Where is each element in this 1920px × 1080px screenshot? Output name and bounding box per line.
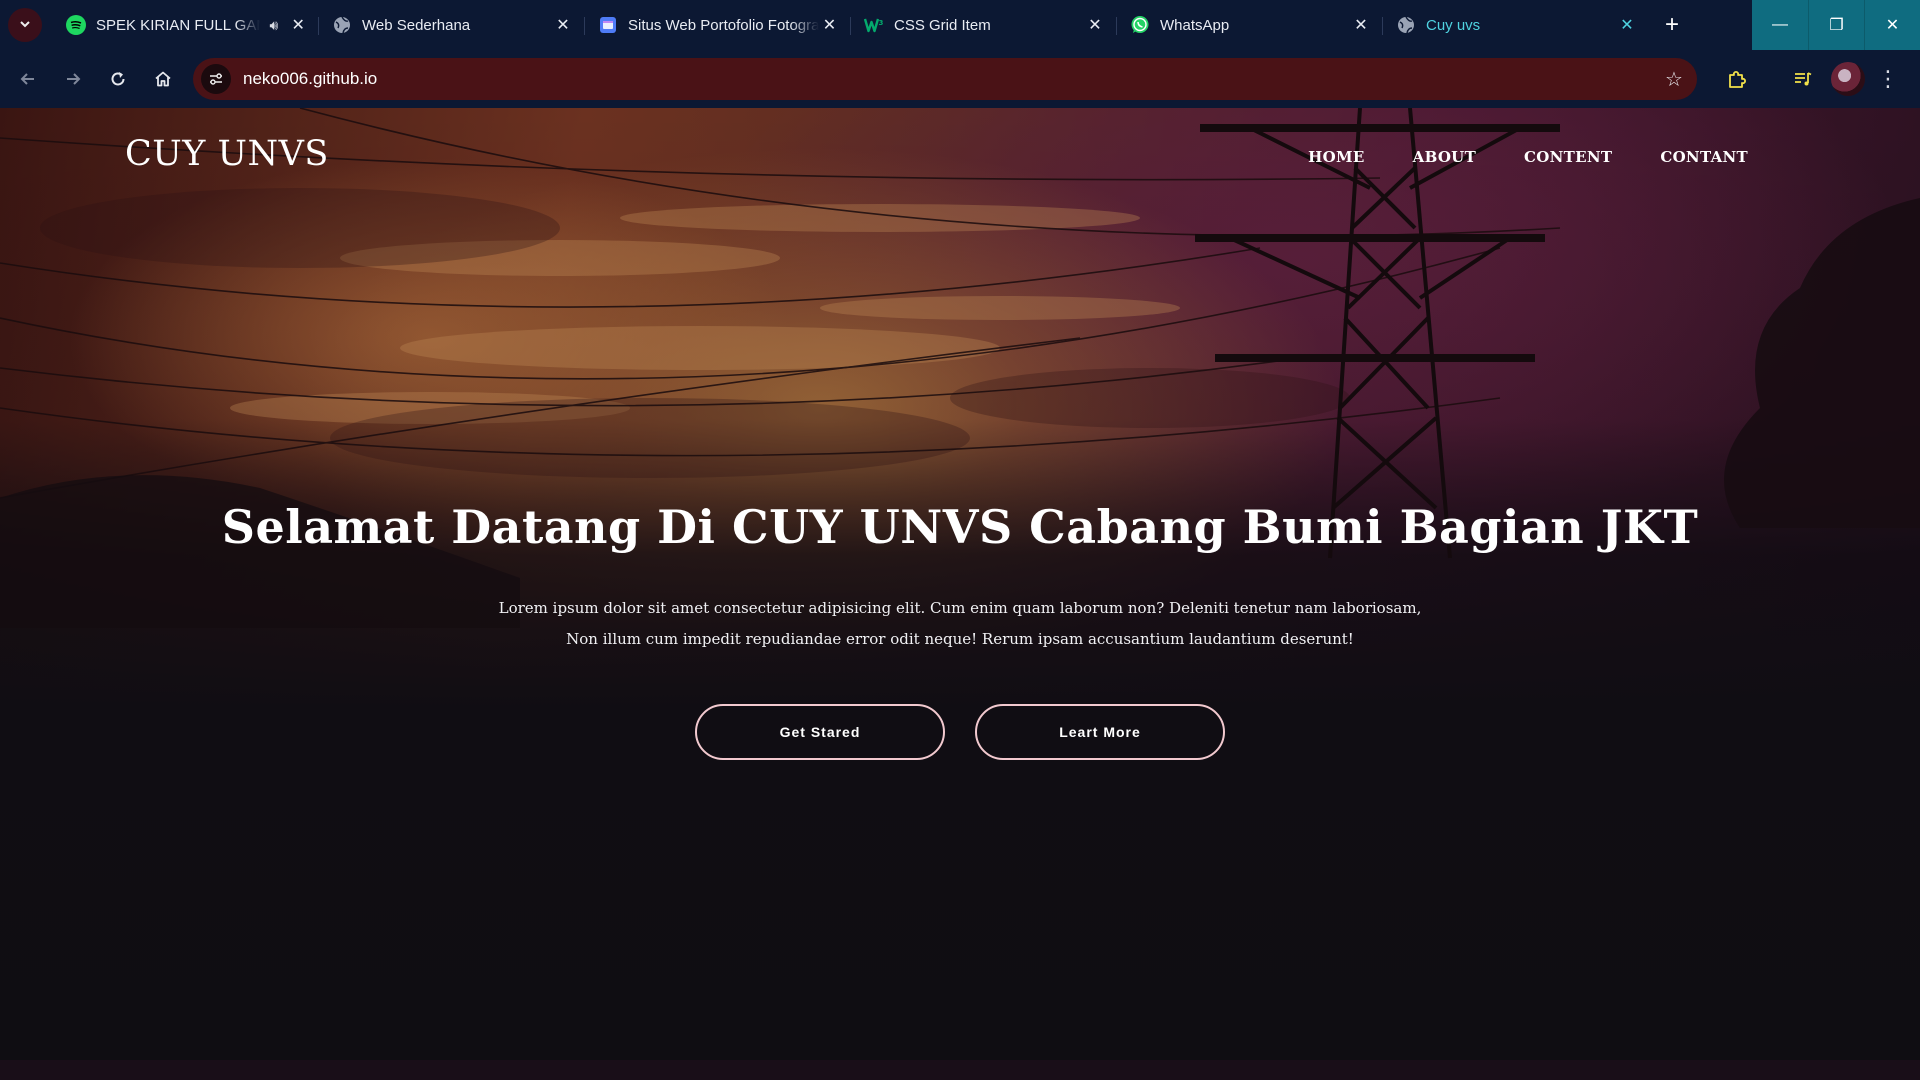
tab-portofolio[interactable]: Situs Web Portofolio Fotografi ✕: [584, 5, 850, 45]
learn-more-button[interactable]: Leart More: [975, 704, 1225, 760]
close-tab-icon[interactable]: ✕: [1084, 15, 1106, 35]
arrow-left-icon: [20, 73, 34, 85]
site-logo[interactable]: CUY UNVS: [125, 134, 329, 174]
tab-css-grid[interactable]: 3 CSS Grid Item ✕: [850, 5, 1116, 45]
tab-web-sederhana[interactable]: Web Sederhana ✕: [318, 5, 584, 45]
tab-spotify[interactable]: SPEK KIRIAN FULL GAME 🔊︎ ✕: [52, 5, 318, 45]
w3schools-icon: 3: [864, 15, 884, 35]
tab-title: CSS Grid Item: [894, 16, 991, 34]
site-builder-icon: [598, 15, 618, 35]
tab-title: Web Sederhana: [362, 16, 471, 34]
nav-link-contant[interactable]: CONTANT: [1660, 148, 1748, 166]
close-tab-icon[interactable]: ✕: [1350, 15, 1372, 35]
profile-avatar[interactable]: [1831, 62, 1865, 96]
reload-icon: [111, 72, 125, 86]
arrow-right-icon: [67, 73, 81, 85]
music-queue-icon: [1795, 72, 1812, 86]
nav-link-content[interactable]: CONTENT: [1524, 148, 1612, 166]
tab-whatsapp[interactable]: WhatsApp ✕: [1116, 5, 1382, 45]
new-tab-button[interactable]: +: [1654, 7, 1690, 43]
browser-toolbar: neko006.github.io ☆ ⋮: [0, 50, 1920, 108]
address-bar[interactable]: neko006.github.io ☆: [193, 58, 1697, 100]
restore-button[interactable]: ❐: [1808, 0, 1864, 50]
tab-title: WhatsApp: [1160, 16, 1230, 34]
chevron-down-icon: [19, 17, 31, 33]
forward-button[interactable]: [51, 57, 95, 101]
tab-cuy-uvs[interactable]: Cuy uvs ✕: [1382, 5, 1648, 45]
puzzle-icon: [1729, 71, 1746, 88]
hero-text-line: Non illum cum impedit repudiandae error …: [566, 630, 1354, 648]
nav-link-about[interactable]: ABOUT: [1413, 148, 1476, 166]
tab-title: Cuy uvs: [1426, 16, 1481, 34]
minimize-icon: —: [1772, 16, 1788, 33]
tab-strip: SPEK KIRIAN FULL GAME 🔊︎ ✕ Web Sederhana…: [0, 0, 1920, 50]
plus-icon: +: [1664, 11, 1679, 38]
get-started-button[interactable]: Get Stared: [695, 704, 945, 760]
nav-link-home[interactable]: HOME: [1308, 148, 1364, 166]
window-controls: — ❐ ✕: [1752, 0, 1920, 50]
speaker-icon[interactable]: 🔊︎: [270, 17, 279, 34]
hero-title: Selamat Datang Di CUY UNVS Cabang Bumi B…: [221, 500, 1699, 554]
hero-description: Lorem ipsum dolor sit amet consectetur a…: [360, 593, 1560, 655]
page-bottom-edge: [0, 1060, 1920, 1080]
tab-title: Situs Web Portofolio Fotografi: [628, 16, 819, 34]
tab-title: SPEK KIRIAN FULL GAME: [96, 16, 260, 34]
bookmark-star-icon[interactable]: ☆: [1659, 64, 1689, 94]
page-viewport: CUY UNVS HOME ABOUT CONTENT CONTANT Sela…: [0, 108, 1920, 1080]
close-tab-icon[interactable]: ✕: [1616, 15, 1638, 35]
media-control-button[interactable]: [1781, 57, 1825, 101]
site-navigation: HOME ABOUT CONTENT CONTANT: [1308, 148, 1748, 166]
minimize-button[interactable]: —: [1752, 0, 1808, 50]
restore-icon: ❐: [1829, 17, 1844, 34]
home-icon: [155, 71, 171, 87]
toolbar-actions: ⋮: [1715, 57, 1899, 101]
spotify-icon: [66, 15, 86, 35]
more-options-icon[interactable]: ⋮: [1877, 66, 1899, 92]
home-button[interactable]: [141, 57, 185, 101]
close-window-button[interactable]: ✕: [1864, 0, 1920, 50]
extensions-button[interactable]: [1715, 57, 1759, 101]
url-text[interactable]: neko006.github.io: [243, 69, 1659, 89]
tab-search-button[interactable]: [8, 8, 42, 42]
reload-button[interactable]: [96, 57, 140, 101]
site-settings-icon[interactable]: [201, 64, 231, 94]
close-icon: ✕: [1885, 17, 1900, 34]
whatsapp-icon: [1130, 15, 1150, 35]
globe-icon: [1396, 15, 1416, 35]
hero-button-group: Get Stared Leart More: [0, 704, 1920, 760]
close-tab-icon[interactable]: ✕: [552, 15, 574, 35]
back-button[interactable]: [6, 57, 50, 101]
hero-text-line: Lorem ipsum dolor sit amet consectetur a…: [498, 599, 1422, 617]
close-tab-icon[interactable]: ✕: [288, 15, 308, 35]
close-tab-icon[interactable]: ✕: [819, 15, 840, 35]
globe-icon: [332, 15, 352, 35]
svg-text:3: 3: [879, 19, 884, 27]
